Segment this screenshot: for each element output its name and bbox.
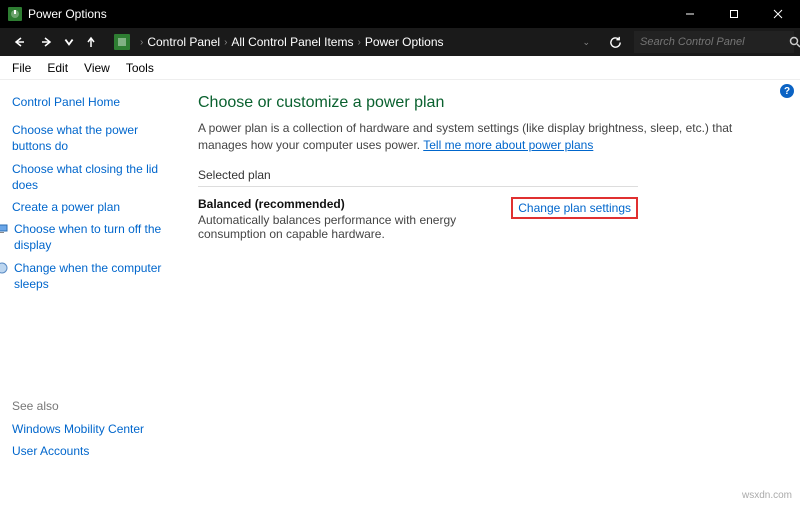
navbar: › Control Panel › All Control Panel Item… [0, 28, 800, 56]
sidebar-link-create-plan[interactable]: Create a power plan [12, 199, 172, 215]
see-also-mobility[interactable]: Windows Mobility Center [12, 421, 144, 437]
plan-name: Balanced (recommended) [198, 197, 511, 211]
search-input[interactable] [634, 36, 789, 48]
back-button[interactable] [6, 31, 32, 53]
plan-description: Automatically balances performance with … [198, 213, 511, 241]
chevron-right-icon: › [357, 37, 360, 48]
sidebar-link-power-buttons[interactable]: Choose what the power buttons do [12, 122, 172, 154]
control-panel-icon [114, 34, 130, 50]
menu-view[interactable]: View [76, 58, 118, 78]
sidebar-link-computer-sleeps[interactable]: Change when the computer sleeps [14, 260, 172, 292]
recent-dropdown[interactable] [62, 31, 76, 53]
search-box[interactable] [634, 31, 794, 53]
help-icon[interactable]: ? [780, 84, 794, 98]
plan-row: Balanced (recommended) Automatically bal… [198, 197, 638, 241]
change-plan-settings-link[interactable]: Change plan settings [511, 197, 638, 219]
display-icon [0, 223, 8, 235]
menu-tools[interactable]: Tools [118, 58, 162, 78]
selected-plan-header: Selected plan [198, 168, 638, 187]
search-icon[interactable] [789, 36, 800, 48]
chevron-right-icon: › [224, 37, 227, 48]
maximize-button[interactable] [712, 0, 756, 28]
watermark: wsxdn.com [742, 490, 792, 501]
sidebar-link-closing-lid[interactable]: Choose what closing the lid does [12, 161, 172, 193]
see-also-user-accounts[interactable]: User Accounts [12, 443, 144, 459]
sidebar-home[interactable]: Control Panel Home [12, 94, 172, 110]
sleep-icon [0, 262, 8, 274]
app-icon [8, 7, 22, 21]
forward-button[interactable] [34, 31, 60, 53]
content: Control Panel Home Choose what the power… [0, 80, 800, 505]
sidebar: Control Panel Home Choose what the power… [0, 80, 180, 505]
chevron-right-icon: › [140, 37, 143, 48]
refresh-button[interactable] [602, 31, 628, 53]
breadcrumb-all[interactable]: All Control Panel Items [231, 35, 353, 49]
breadcrumb[interactable]: › Control Panel › All Control Panel Item… [110, 31, 596, 53]
see-also: See also Windows Mobility Center User Ac… [12, 399, 144, 465]
breadcrumb-page[interactable]: Power Options [365, 35, 444, 49]
menu-file[interactable]: File [4, 58, 39, 78]
sidebar-link-turn-off-display[interactable]: Choose when to turn off the display [14, 221, 172, 253]
learn-more-link[interactable]: Tell me more about power plans [423, 138, 593, 152]
breadcrumb-cp[interactable]: Control Panel [147, 35, 220, 49]
minimize-button[interactable] [668, 0, 712, 28]
page-heading: Choose or customize a power plan [198, 94, 770, 112]
breadcrumb-dropdown[interactable]: ⌄ [576, 37, 596, 48]
titlebar: Power Options [0, 0, 800, 28]
see-also-header: See also [12, 399, 144, 413]
page-description: A power plan is a collection of hardware… [198, 120, 770, 154]
menu-edit[interactable]: Edit [39, 58, 76, 78]
menubar: File Edit View Tools [0, 56, 800, 80]
window-title: Power Options [28, 7, 668, 21]
close-button[interactable] [756, 0, 800, 28]
main-panel: ? Choose or customize a power plan A pow… [180, 80, 800, 505]
up-button[interactable] [78, 31, 104, 53]
